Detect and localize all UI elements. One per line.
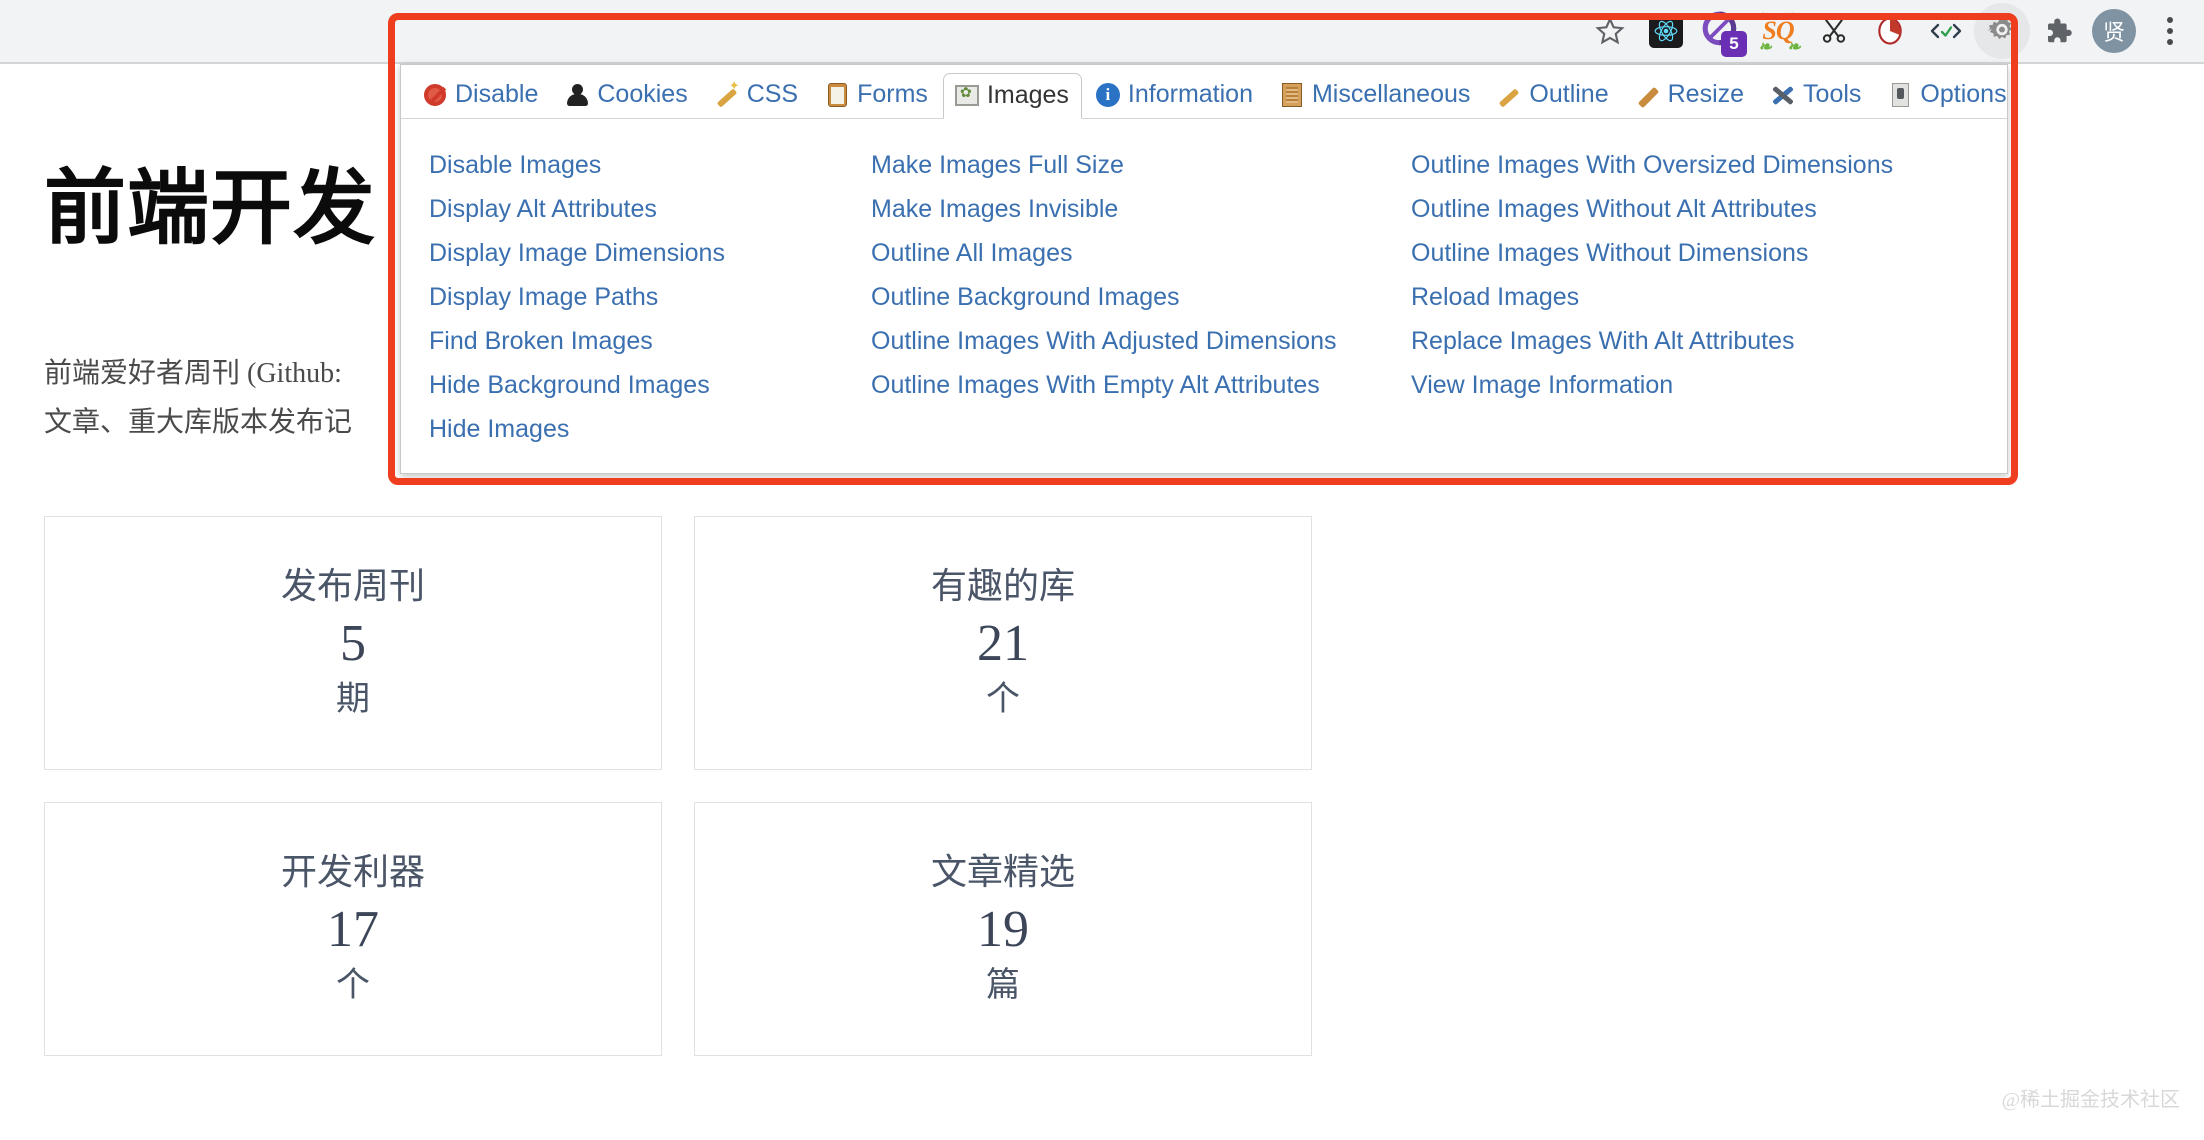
tab-label: Resize [1667, 80, 1745, 108]
images-icon [954, 83, 980, 109]
scissors-icon[interactable] [1806, 3, 1862, 59]
stat-card-title: 有趣的库 [930, 566, 1075, 607]
miscellaneous-icon [1279, 82, 1305, 108]
stat-card-unit: 篇 [986, 967, 1020, 1005]
web-developer-popup: Disable Cookies CSS Forms Images i Infor… [400, 64, 2008, 474]
cookies-icon [564, 82, 590, 108]
tab-label: Outline [1529, 80, 1609, 108]
stat-card[interactable]: 文章精选 19 篇 [694, 802, 1312, 1056]
stat-card-unit: 期 [336, 681, 370, 719]
disable-icon [422, 82, 448, 108]
purple-extension-icon[interactable]: 5 [1694, 3, 1750, 59]
menu-item[interactable]: View Image Information [1411, 363, 1971, 407]
extensions-puzzle-icon[interactable] [2030, 3, 2086, 59]
tab-resize[interactable]: Resize [1624, 72, 1757, 118]
menu-item[interactable]: Outline Background Images [871, 275, 1411, 319]
stat-card-title: 文章精选 [930, 852, 1075, 893]
stat-card-row: 开发利器 17 个 文章精选 19 篇 [44, 802, 1312, 1056]
tab-tools[interactable]: Tools [1759, 72, 1874, 118]
tab-images[interactable]: Images [942, 73, 1082, 119]
tab-cookies[interactable]: Cookies [553, 72, 700, 118]
watermark: @稀土掘金技术社区 [2001, 1089, 2180, 1111]
menu-item[interactable]: Hide Background Images [429, 363, 871, 407]
stat-card-row: 发布周刊 5 期 有趣的库 21 个 [44, 516, 1312, 770]
menu-item[interactable]: Outline Images Without Dimensions [1411, 231, 1971, 275]
tab-label: CSS [746, 80, 799, 108]
stat-card-number: 5 [340, 615, 366, 673]
stat-card[interactable]: 开发利器 17 个 [44, 802, 662, 1056]
menu-item[interactable]: Outline Images With Adjusted Dimensions [871, 319, 1411, 363]
webdev-tab-bar: Disable Cookies CSS Forms Images i Infor… [401, 65, 2007, 119]
tab-label: Cookies [597, 80, 688, 108]
forms-icon [824, 82, 850, 108]
menu-item[interactable]: Replace Images With Alt Attributes [1411, 319, 1971, 363]
tab-label: Images [986, 81, 1069, 109]
menu-item[interactable]: Display Image Paths [429, 275, 871, 319]
tab-miscellaneous[interactable]: Miscellaneous [1268, 72, 1483, 118]
tab-label: Miscellaneous [1311, 80, 1471, 108]
options-icon [1887, 82, 1913, 108]
menu-item[interactable]: Find Broken Images [429, 319, 871, 363]
toolbar-icon-group: 5 ❧ ❧ ❧ ❧ SQ 贤 [1582, 0, 2198, 62]
stat-card[interactable]: 发布周刊 5 期 [44, 516, 662, 770]
stat-card-unit: 个 [986, 681, 1020, 719]
sq-extension-icon[interactable]: ❧ ❧ ❧ ❧ SQ [1750, 3, 1806, 59]
tab-label: Disable [455, 80, 539, 108]
stat-card-title: 开发利器 [280, 852, 425, 893]
stat-card-title: 发布周刊 [280, 566, 425, 607]
menu-item[interactable]: Make Images Invisible [871, 187, 1411, 231]
kebab-menu-icon[interactable] [2142, 3, 2198, 59]
page-title: 前端开发 [44, 163, 377, 254]
menu-item[interactable]: Outline Images Without Alt Attributes [1411, 187, 1971, 231]
stat-card-number: 21 [977, 615, 1029, 673]
tools-icon [1770, 82, 1796, 108]
stat-card-number: 19 [977, 901, 1029, 959]
menu-item[interactable]: Outline All Images [871, 231, 1411, 275]
stat-card-number: 17 [327, 901, 379, 959]
css-icon [714, 78, 740, 108]
react-devtools-icon[interactable] [1638, 3, 1694, 59]
information-icon: i [1095, 82, 1121, 108]
resize-icon [1635, 82, 1661, 108]
tab-information[interactable]: i Information [1084, 72, 1266, 118]
bookmark-star-icon[interactable] [1582, 3, 1638, 59]
menu-item[interactable]: Hide Images [429, 407, 871, 451]
web-developer-gear-icon[interactable] [1974, 3, 2030, 59]
tab-css[interactable]: CSS [703, 72, 811, 118]
avatar[interactable]: 贤 [2086, 3, 2142, 59]
tab-label: Forms [857, 80, 928, 108]
menu-item[interactable]: Display Alt Attributes [429, 187, 871, 231]
tab-label: Options [1920, 80, 2007, 108]
stat-card-grid: 发布周刊 5 期 有趣的库 21 个 开发利器 17 个 文章精选 19 篇 [44, 516, 1312, 1088]
menu-item[interactable]: Outline Images With Empty Alt Attributes [871, 363, 1411, 407]
menu-item[interactable]: Make Images Full Size [871, 143, 1411, 187]
outline-icon [1496, 82, 1522, 108]
menu-item[interactable]: Outline Images With Oversized Dimensions [1411, 143, 1971, 187]
stat-card-unit: 个 [336, 967, 370, 1005]
screenshot-root: 5 ❧ ❧ ❧ ❧ SQ 贤 前端开发 前端爱好者周刊 (Github: 文章、… [0, 0, 2204, 1140]
tab-disable[interactable]: Disable [411, 72, 551, 118]
tab-label: Information [1127, 80, 1253, 108]
tab-forms[interactable]: Forms [813, 72, 941, 118]
menu-column-3: Outline Images With Oversized Dimensions… [1411, 143, 1971, 451]
tab-options[interactable]: Options [1876, 72, 2019, 118]
stat-card[interactable]: 有趣的库 21 个 [694, 516, 1312, 770]
avatar-label: 贤 [2092, 9, 2136, 53]
menu-column-2: Make Images Full Size Make Images Invisi… [871, 143, 1411, 451]
extension-badge-count: 5 [1721, 31, 1747, 57]
menu-item[interactable]: Display Image Dimensions [429, 231, 871, 275]
code-check-icon[interactable] [1918, 3, 1974, 59]
pie-timer-icon[interactable] [1862, 3, 1918, 59]
webdev-menu-body: Disable Images Display Alt Attributes Di… [401, 119, 2007, 451]
tab-label: Tools [1803, 80, 1862, 108]
tab-outline[interactable]: Outline [1485, 72, 1621, 118]
menu-item[interactable]: Reload Images [1411, 275, 1971, 319]
menu-item[interactable]: Disable Images [429, 143, 871, 187]
menu-column-1: Disable Images Display Alt Attributes Di… [401, 143, 871, 451]
